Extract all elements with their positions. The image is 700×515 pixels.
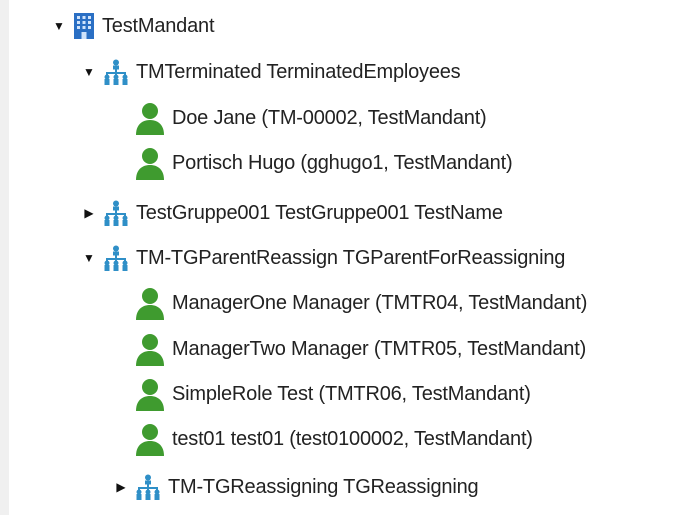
expand-toggle-icon[interactable]: ▼ xyxy=(82,251,96,265)
user-icon xyxy=(134,146,166,180)
tree-node-tmterminated[interactable]: ▼ TMTerminated TerminatedEmployees xyxy=(82,52,461,92)
tree-node-tm-tgreassigning[interactable]: ▶ TM-TGReassigning TGReassigning xyxy=(114,467,479,507)
org-tree: ▼ TestMandant ▼ TMTerminated TerminatedE… xyxy=(0,0,700,515)
expand-toggle-icon[interactable]: ▼ xyxy=(52,19,66,33)
tree-node-label: ManagerOne Manager (TMTR04, TestMandant) xyxy=(172,291,588,314)
tree-node-label: TM-TGReassigning TGReassigning xyxy=(168,475,479,498)
tree-node-root[interactable]: ▼ TestMandant xyxy=(52,6,215,46)
tree-node-user[interactable]: ManagerTwo Manager (TMTR05, TestMandant) xyxy=(134,329,586,369)
org-chart-icon xyxy=(102,200,130,226)
user-icon xyxy=(134,377,166,411)
tree-node-label: TestGruppe001 TestGruppe001 TestName xyxy=(136,201,503,224)
user-icon xyxy=(134,422,166,456)
tree-node-label: Portisch Hugo (gghugo1, TestMandant) xyxy=(172,151,513,174)
org-chart-icon xyxy=(102,59,130,85)
building-icon xyxy=(72,12,96,40)
tree-node-label: SimpleRole Test (TMTR06, TestMandant) xyxy=(172,382,531,405)
tree-node-label: Doe Jane (TM-00002, TestMandant) xyxy=(172,106,487,129)
tree-node-user[interactable]: Doe Jane (TM-00002, TestMandant) xyxy=(134,98,487,138)
user-icon xyxy=(134,101,166,135)
org-chart-icon xyxy=(102,245,130,271)
tree-node-tm-tgparentreassign[interactable]: ▼ TM-TGParentReassign TGParentForReassig… xyxy=(82,238,565,278)
tree-node-label: TestMandant xyxy=(102,14,215,37)
tree-node-label: test01 test01 (test0100002, TestMandant) xyxy=(172,427,533,450)
tree-node-testgruppe001[interactable]: ▶ TestGruppe001 TestGruppe001 TestName xyxy=(82,193,503,233)
tree-node-label: ManagerTwo Manager (TMTR05, TestMandant) xyxy=(172,337,587,360)
expand-toggle-icon[interactable]: ▼ xyxy=(82,65,96,79)
collapse-toggle-icon[interactable]: ▶ xyxy=(82,206,96,220)
user-icon xyxy=(134,332,166,366)
tree-node-user[interactable]: test01 test01 (test0100002, TestMandant) xyxy=(134,419,533,459)
tree-node-user[interactable]: SimpleRole Test (TMTR06, TestMandant) xyxy=(134,374,531,414)
collapse-toggle-icon[interactable]: ▶ xyxy=(114,480,128,494)
user-icon xyxy=(134,286,166,320)
tree-node-label: TMTerminated TerminatedEmployees xyxy=(136,60,461,83)
tree-node-user[interactable]: Portisch Hugo (gghugo1, TestMandant) xyxy=(134,143,513,183)
org-chart-icon xyxy=(134,474,162,500)
tree-node-label: TM-TGParentReassign TGParentForReassigni… xyxy=(136,246,566,269)
tree-node-user[interactable]: ManagerOne Manager (TMTR04, TestMandant) xyxy=(134,283,587,323)
